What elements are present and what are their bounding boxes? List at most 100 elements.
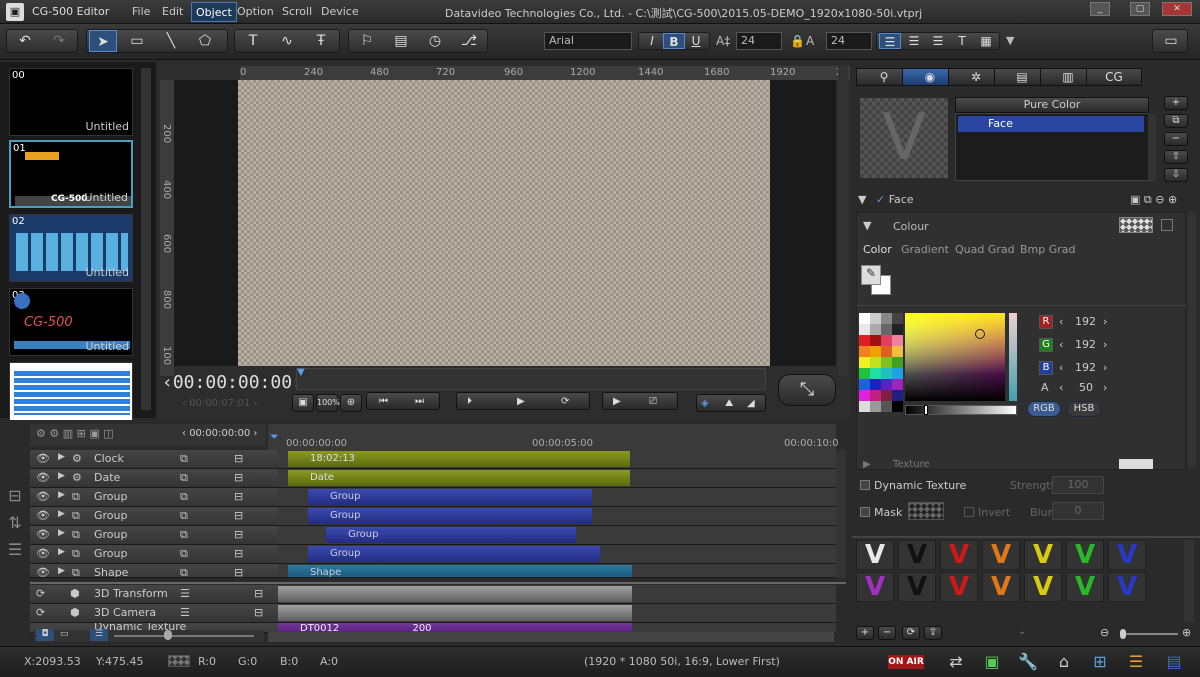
style-preset[interactable]: V bbox=[982, 540, 1020, 570]
fit-view-icon[interactable]: ▣ bbox=[292, 394, 314, 412]
polygon-icon[interactable]: ⬠ bbox=[191, 30, 219, 52]
path-text-icon[interactable]: ∿ bbox=[273, 30, 301, 52]
expand-icon[interactable]: ▶ bbox=[58, 566, 65, 576]
line-icon[interactable]: ╲ bbox=[157, 30, 185, 52]
time-ruler[interactable]: 00:00:00:00 00:00:05:00 00:00:10:0 ⏷ bbox=[268, 424, 839, 450]
layers-icon[interactable]: ☰ bbox=[4, 540, 26, 559]
track-lane[interactable] bbox=[278, 585, 836, 603]
page-thumb-00[interactable]: 00 Untitled bbox=[9, 68, 133, 136]
eye-icon[interactable]: 👁 bbox=[36, 452, 50, 465]
face-list[interactable]: Face bbox=[955, 113, 1149, 181]
fixed-track-row[interactable]: ⟳ ⬢ 3D Camera ☰ ⊟ bbox=[30, 604, 836, 623]
style-preset[interactable]: V bbox=[898, 572, 936, 602]
wrench-icon[interactable]: 🔧 bbox=[1018, 652, 1038, 672]
colour-swatch[interactable] bbox=[1119, 217, 1153, 233]
zoom-slider[interactable] bbox=[114, 635, 254, 637]
green-value[interactable]: 192 bbox=[1075, 338, 1096, 351]
style-preset[interactable]: V bbox=[1024, 540, 1062, 570]
text-fit-icon[interactable]: T bbox=[951, 33, 973, 49]
increment-icon[interactable]: › bbox=[1103, 361, 1107, 374]
eyedropper-icon[interactable]: ✎ bbox=[861, 265, 881, 285]
move-down-icon[interactable]: ⇩ bbox=[1164, 168, 1188, 182]
expand-icon[interactable]: ▶ bbox=[58, 452, 65, 462]
play-icon[interactable]: ▶ bbox=[517, 394, 525, 410]
expand-icon[interactable]: ▶ bbox=[58, 528, 65, 538]
canvas-scrollbar[interactable] bbox=[838, 66, 848, 376]
gradient-rect-icon[interactable]: ▤ bbox=[387, 30, 415, 52]
redo-icon[interactable]: ↷ bbox=[45, 30, 73, 52]
select-arrow-icon[interactable]: ➤ bbox=[89, 30, 117, 52]
eye-icon[interactable]: 👁 bbox=[36, 566, 50, 577]
plugin-icon[interactable]: ⎇ bbox=[455, 30, 483, 52]
timeline-scrollbar[interactable] bbox=[836, 450, 846, 578]
page-thumb-03[interactable]: 03 CG-500 Untitled bbox=[9, 288, 133, 356]
layer-icon[interactable]: ⧉ bbox=[180, 471, 188, 485]
increment-icon[interactable]: › bbox=[1103, 338, 1107, 351]
decrement-icon[interactable]: ‹ bbox=[1059, 315, 1063, 328]
expand-icon[interactable]: ▶ bbox=[58, 547, 65, 557]
eye-icon[interactable]: 👁 bbox=[36, 471, 50, 484]
update-preset-icon[interactable]: ⟳ bbox=[902, 626, 920, 640]
timeline-hscrollbar[interactable] bbox=[268, 632, 834, 642]
prev-icon[interactable]: ⏮ bbox=[379, 394, 388, 410]
rectangle-icon[interactable]: ▭ bbox=[123, 30, 151, 52]
face-section-header[interactable]: ▼ ✓ Face ▣ ⧉ ⊖ ⊕ bbox=[858, 190, 1194, 210]
adjust-icon[interactable]: ☰ bbox=[1126, 652, 1146, 672]
track-row[interactable]: 👁 ▶ ⧉ Group ⧉ ⊟ Group bbox=[30, 507, 836, 526]
mode-icon[interactable]: ◘ bbox=[36, 629, 54, 641]
layer-stack-icon[interactable]: ⊟ bbox=[4, 486, 26, 505]
tab-color-solid[interactable]: Color bbox=[863, 243, 892, 256]
color-palette[interactable] bbox=[859, 313, 903, 413]
fg-bg-colors[interactable]: ✎ bbox=[861, 265, 891, 295]
hsb-mode-button[interactable]: HSB bbox=[1067, 401, 1101, 417]
lock-icon[interactable]: ⊟ bbox=[234, 452, 243, 465]
align-center-icon[interactable]: ☰ bbox=[903, 33, 925, 49]
collapse-icon[interactable]: ▼ bbox=[863, 219, 871, 232]
style-preset[interactable]: V bbox=[856, 572, 894, 602]
lock-icon[interactable]: ⊟ bbox=[234, 547, 243, 560]
chevron-down-icon[interactable]: ▼ bbox=[1006, 34, 1014, 47]
add-preset-icon[interactable]: + bbox=[856, 626, 874, 640]
layer-icon[interactable]: ⧉ bbox=[180, 547, 188, 561]
line-spacing-input[interactable]: 24 bbox=[826, 32, 872, 50]
preset-size-slider[interactable] bbox=[1120, 633, 1178, 635]
list-icon[interactable]: ☰ bbox=[180, 587, 190, 600]
lock-icon[interactable]: ⊟ bbox=[254, 587, 263, 600]
timeline-clip[interactable]: Group bbox=[308, 489, 592, 505]
zoom-out-icon[interactable]: ⊖ bbox=[1100, 626, 1109, 639]
face-list-item[interactable]: Face bbox=[958, 116, 1144, 132]
expand-icon[interactable]: ▶ bbox=[58, 490, 65, 500]
hue-slider[interactable] bbox=[1009, 313, 1017, 401]
expand-icon[interactable]: ▶ bbox=[58, 471, 65, 481]
preview-out-icon[interactable]: ⎚ bbox=[649, 394, 657, 410]
layer-tools-icon[interactable]: ⚙ ⚙ ▥ ⊞ ▣ ◫ bbox=[36, 427, 114, 440]
import-preset-icon[interactable]: ⇪ bbox=[924, 626, 942, 640]
add-icon[interactable]: + bbox=[1164, 96, 1188, 110]
track-row[interactable]: 👁 ▶ ⧉ Group ⧉ ⊟ Group bbox=[30, 526, 836, 545]
menu-option[interactable]: Option bbox=[233, 2, 278, 22]
loop-icon[interactable]: ⟳ bbox=[561, 394, 569, 410]
preset-size-thumb[interactable] bbox=[1120, 629, 1126, 639]
track-lane[interactable]: Date bbox=[278, 469, 836, 487]
track-row[interactable]: 👁 ▶ ⧉ Group ⧉ ⊟ Group bbox=[30, 545, 836, 564]
stack-icon[interactable]: ▤ bbox=[1164, 652, 1184, 672]
track-lane[interactable]: Group bbox=[278, 545, 836, 563]
layer-icon[interactable]: ⧉ bbox=[180, 528, 188, 542]
expand-icon[interactable]: ▶ bbox=[58, 509, 65, 519]
collapse-icon[interactable]: ▼ bbox=[858, 193, 866, 206]
expand-icon[interactable]: ▶ bbox=[863, 459, 871, 470]
menu-scroll[interactable]: Scroll bbox=[278, 2, 316, 22]
track-row[interactable]: 👁 ▶ ⧉ Group ⧉ ⊟ Group bbox=[30, 488, 836, 507]
panel-scrollbar[interactable] bbox=[1188, 212, 1196, 468]
zoom-slider-thumb[interactable] bbox=[164, 630, 172, 640]
lock-icon[interactable]: ⊟ bbox=[254, 606, 263, 619]
increment-icon[interactable]: › bbox=[1103, 381, 1107, 394]
style-preset[interactable]: V bbox=[1024, 572, 1062, 602]
step-play-icon[interactable]: ⏵ bbox=[467, 394, 472, 410]
track-lane[interactable] bbox=[278, 604, 836, 622]
fill-type-select[interactable]: Pure Color bbox=[955, 97, 1149, 113]
playhead-icon[interactable]: ⏷ bbox=[270, 430, 279, 444]
mask-checkbox[interactable] bbox=[860, 507, 870, 517]
scrub-bar[interactable]: ▼ bbox=[296, 367, 766, 390]
home-icon[interactable]: ⌂ bbox=[1054, 652, 1074, 672]
